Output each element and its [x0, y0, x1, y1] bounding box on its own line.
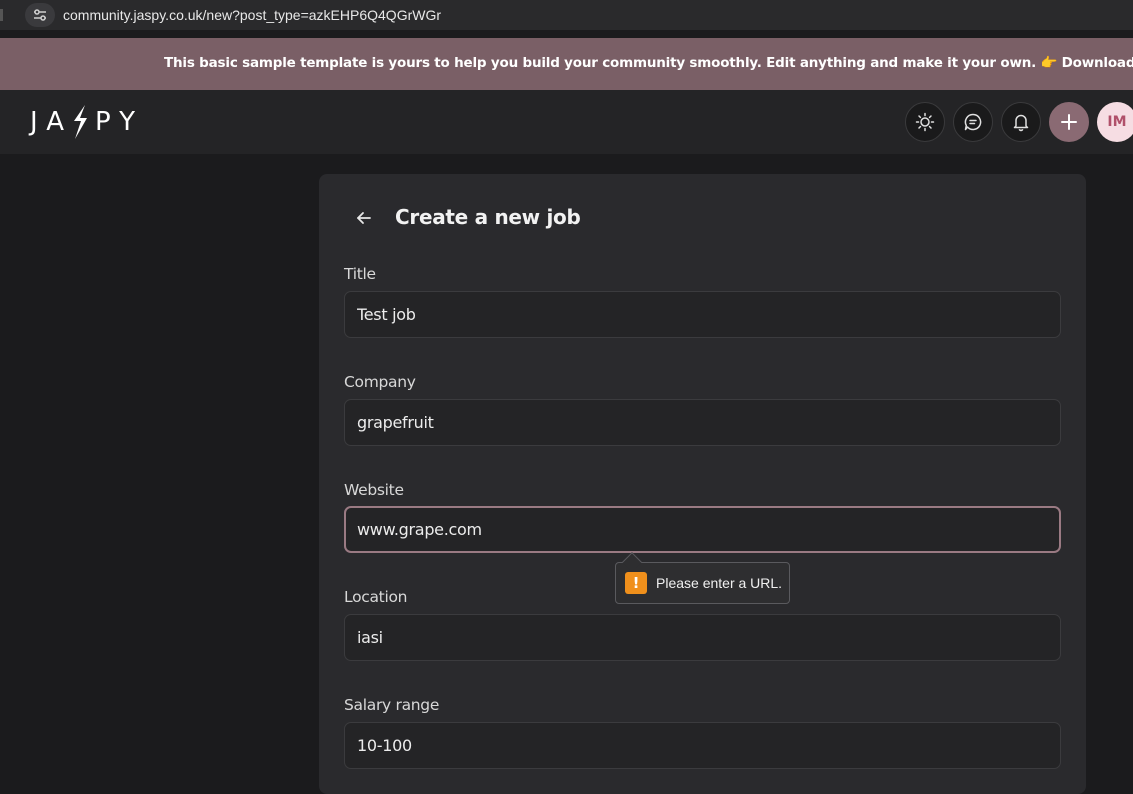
announcement-banner: This basic sample template is yours to h…: [0, 38, 1133, 90]
chat-icon: [964, 113, 982, 131]
theme-toggle-button[interactable]: [905, 102, 945, 142]
title-input[interactable]: [344, 291, 1061, 338]
page-title: Create a new job: [395, 205, 581, 229]
arrow-left-icon: [357, 212, 371, 224]
banner-text[interactable]: This basic sample template is yours to h…: [164, 55, 1133, 71]
logo-bolt-icon: [74, 105, 87, 139]
logo[interactable]: JA PY: [30, 104, 144, 140]
salary-range-input[interactable]: [344, 722, 1061, 769]
plus-icon: [1061, 114, 1077, 130]
bell-icon: [1013, 114, 1029, 132]
company-label: Company: [344, 373, 416, 391]
salary-range-label: Salary range: [344, 696, 440, 714]
messages-button[interactable]: [953, 102, 993, 142]
sun-icon: [915, 112, 935, 132]
company-input[interactable]: [344, 399, 1061, 446]
website-input[interactable]: [344, 506, 1061, 553]
warning-icon: !: [625, 572, 647, 594]
window-edge: [0, 9, 3, 21]
url-text[interactable]: community.jaspy.co.uk/new?post_type=azkE…: [63, 7, 441, 23]
title-label: Title: [344, 265, 376, 283]
notifications-button[interactable]: [1001, 102, 1041, 142]
website-label: Website: [344, 481, 404, 499]
logo-text-end: PY: [95, 107, 144, 137]
back-button[interactable]: [353, 207, 375, 229]
user-avatar[interactable]: IM: [1097, 102, 1133, 142]
site-settings-icon[interactable]: [25, 3, 55, 27]
validation-message: Please enter a URL.: [656, 575, 783, 591]
create-button[interactable]: [1049, 102, 1089, 142]
logo-text: JA: [30, 107, 73, 137]
location-input[interactable]: [344, 614, 1061, 661]
browser-address-bar: community.jaspy.co.uk/new?post_type=azkE…: [0, 0, 1133, 30]
location-label: Location: [344, 588, 408, 606]
validation-tooltip: ! Please enter a URL.: [615, 552, 790, 604]
